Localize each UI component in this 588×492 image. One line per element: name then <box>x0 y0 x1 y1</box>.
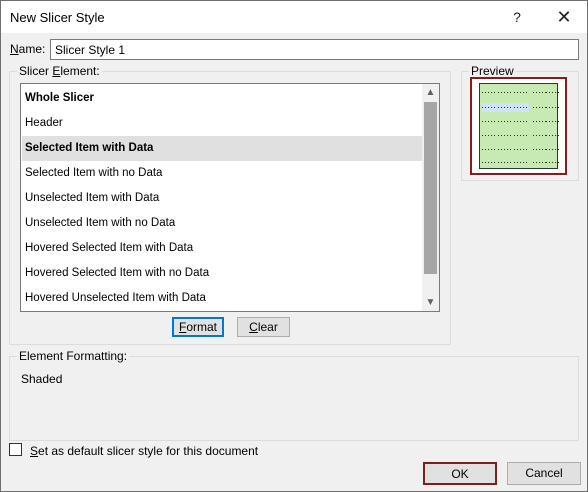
help-button[interactable]: ? <box>503 5 531 29</box>
scroll-thumb[interactable] <box>424 102 437 274</box>
scroll-up-icon[interactable]: ▲ <box>422 84 439 101</box>
slicer-preview <box>479 83 561 169</box>
preview-item <box>514 158 529 167</box>
cancel-button[interactable]: Cancel <box>507 462 581 485</box>
preview-item <box>546 145 561 154</box>
default-style-checkbox-label[interactable]: Set as default slicer style for this doc… <box>30 444 258 458</box>
new-slicer-style-dialog: New Slicer Style ? ✕ Name: Slicer Elemen… <box>0 0 588 492</box>
name-label: Name: <box>10 42 46 56</box>
preview-item <box>482 103 497 112</box>
preview-item <box>514 117 529 126</box>
element-formatting-value: Shaded <box>21 372 63 386</box>
clear-button[interactable]: Clear <box>237 317 290 337</box>
preview-item <box>514 88 529 97</box>
preview-item <box>546 103 561 112</box>
title-bar: New Slicer Style ? ✕ <box>1 1 587 33</box>
preview-item <box>546 117 561 126</box>
preview-item <box>546 88 561 97</box>
preview-item <box>514 131 529 140</box>
list-item[interactable]: Hovered Selected Item with no Data <box>22 261 423 286</box>
element-formatting-group: Element Formatting: <box>9 349 579 441</box>
preview-item <box>482 145 497 154</box>
list-item[interactable]: Unselected Item with no Data <box>22 211 423 236</box>
preview-item <box>498 88 513 97</box>
preview-item <box>482 131 497 140</box>
list-item[interactable]: Unselected Item with Data <box>22 186 423 211</box>
preview-item <box>546 158 561 167</box>
preview-item <box>514 103 529 112</box>
list-item[interactable]: Hovered Unselected Item with Data <box>22 286 423 311</box>
preview-item <box>514 145 529 154</box>
listbox-scrollbar[interactable]: ▲ ▼ <box>422 84 439 311</box>
preview-item <box>498 158 513 167</box>
default-style-checkbox[interactable] <box>9 443 22 456</box>
preview-item <box>498 103 513 112</box>
list-item[interactable]: Selected Item with no Data <box>22 161 423 186</box>
list-item[interactable]: Header <box>22 111 423 136</box>
preview-item <box>498 145 513 154</box>
preview-item <box>546 131 561 140</box>
preview-item <box>482 117 497 126</box>
preview-item <box>498 117 513 126</box>
preview-item <box>482 88 497 97</box>
format-button[interactable]: Format <box>172 317 224 337</box>
close-icon[interactable]: ✕ <box>550 5 578 29</box>
preview-item <box>498 131 513 140</box>
preview-item <box>482 158 497 167</box>
list-item[interactable]: Hovered Selected Item with Data <box>22 236 423 261</box>
element-formatting-legend: Element Formatting: <box>17 349 130 363</box>
list-item[interactable]: Selected Item with Data <box>22 136 423 161</box>
scroll-down-icon[interactable]: ▼ <box>422 294 439 311</box>
slicer-element-listbox[interactable]: Whole Slicer Header Selected Item with D… <box>20 83 440 312</box>
dialog-title: New Slicer Style <box>10 10 105 25</box>
slicer-element-legend: Slicer Element: <box>17 64 102 78</box>
preview-legend: Preview <box>469 64 516 78</box>
ok-button[interactable]: OK <box>423 462 497 485</box>
list-item[interactable]: Whole Slicer <box>22 86 423 111</box>
name-input[interactable] <box>50 39 579 60</box>
